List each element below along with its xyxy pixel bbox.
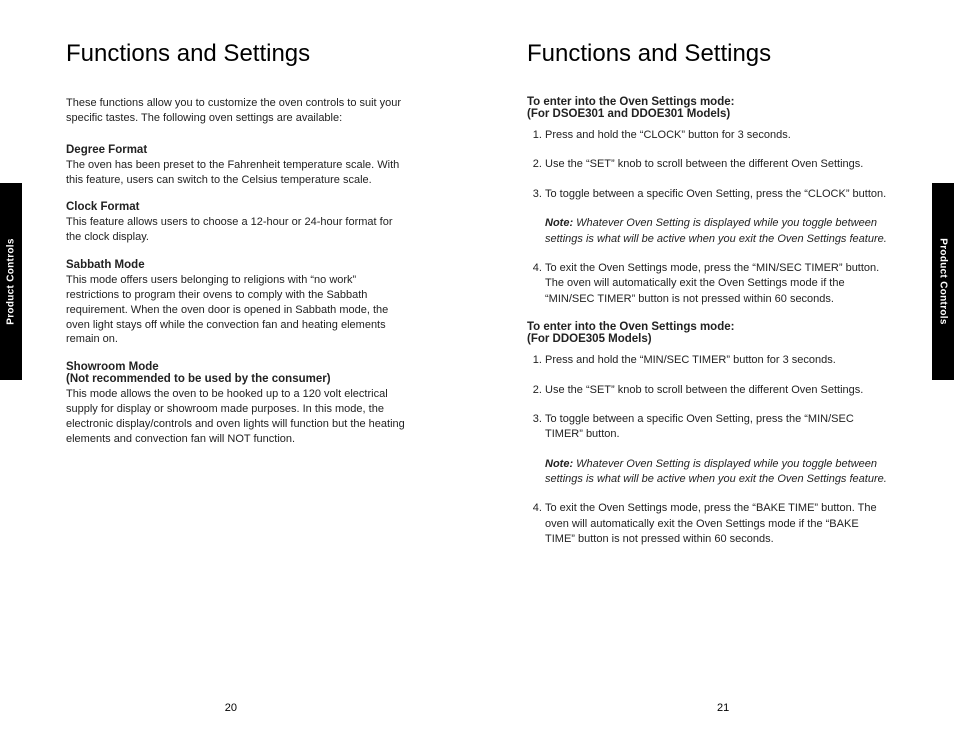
page-number-right: 21 [717,702,729,714]
section-body-sabbath: This mode offers users belonging to reli… [66,273,406,347]
manual-spread: Functions and Settings These functions a… [0,0,954,738]
section-head-degree: Degree Format [66,144,427,156]
procA-head-sub: (For DSOE301 and DDOE301 Models) [527,108,888,120]
list-item: To toggle between a specific Oven Settin… [545,187,888,202]
procA-note-text: Whatever Oven Setting is displayed while… [545,217,887,244]
procA-note: Note: Whatever Oven Setting is displayed… [545,216,888,247]
page-title: Functions and Settings [527,40,888,68]
side-tab-left: Product Controls [0,183,22,380]
list-item: To exit the Oven Settings mode, press th… [545,261,888,307]
side-tab-right-label: Product Controls [938,238,949,324]
procB-note: Note: Whatever Oven Setting is displayed… [545,457,888,488]
procA-note-label: Note: [545,217,573,229]
procA-steps-cont: To exit the Oven Settings mode, press th… [527,261,888,307]
page-spread: Functions and Settings These functions a… [0,0,954,738]
list-item: Press and hold the “CLOCK” button for 3 … [545,128,888,143]
list-item: Use the “SET” knob to scroll between the… [545,157,888,172]
section-head-showroom: Showroom Mode (Not recommended to be use… [66,361,427,385]
list-item: To toggle between a specific Oven Settin… [545,412,888,443]
section-head-showroom-sub: (Not recommended to be used by the consu… [66,373,427,385]
procA-head-main: To enter into the Oven Settings mode: [527,96,734,108]
list-item: Press and hold the “MIN/SEC TIMER” butto… [545,353,888,368]
procB-head-main: To enter into the Oven Settings mode: [527,321,734,333]
section-body-degree: The oven has been preset to the Fahrenhe… [66,158,406,188]
procB-head-sub: (For DDOE305 Models) [527,333,888,345]
procB-steps-cont: To exit the Oven Settings mode, press th… [527,501,888,547]
page-right: Functions and Settings To enter into the… [477,0,954,738]
procB-note-label: Note: [545,458,573,470]
list-item: To exit the Oven Settings mode, press th… [545,501,888,547]
side-tab-left-label: Product Controls [6,238,17,324]
side-tab-right: Product Controls [932,183,954,380]
page-number-left: 20 [225,702,237,714]
section-body-clock: This feature allows users to choose a 12… [66,215,406,245]
section-head-sabbath: Sabbath Mode [66,259,427,271]
procB-note-text: Whatever Oven Setting is displayed while… [545,458,887,485]
section-head-showroom-main: Showroom Mode [66,361,159,373]
page-title: Functions and Settings [66,40,427,68]
procB-head: To enter into the Oven Settings mode: (F… [527,321,888,345]
intro-text: These functions allow you to customize t… [66,96,406,126]
procB-steps: Press and hold the “MIN/SEC TIMER” butto… [527,353,888,443]
procA-head: To enter into the Oven Settings mode: (F… [527,96,888,120]
page-left: Functions and Settings These functions a… [0,0,477,738]
section-body-showroom: This mode allows the oven to be hooked u… [66,387,406,446]
procA-steps: Press and hold the “CLOCK” button for 3 … [527,128,888,202]
list-item: Use the “SET” knob to scroll between the… [545,383,888,398]
section-head-clock: Clock Format [66,201,427,213]
